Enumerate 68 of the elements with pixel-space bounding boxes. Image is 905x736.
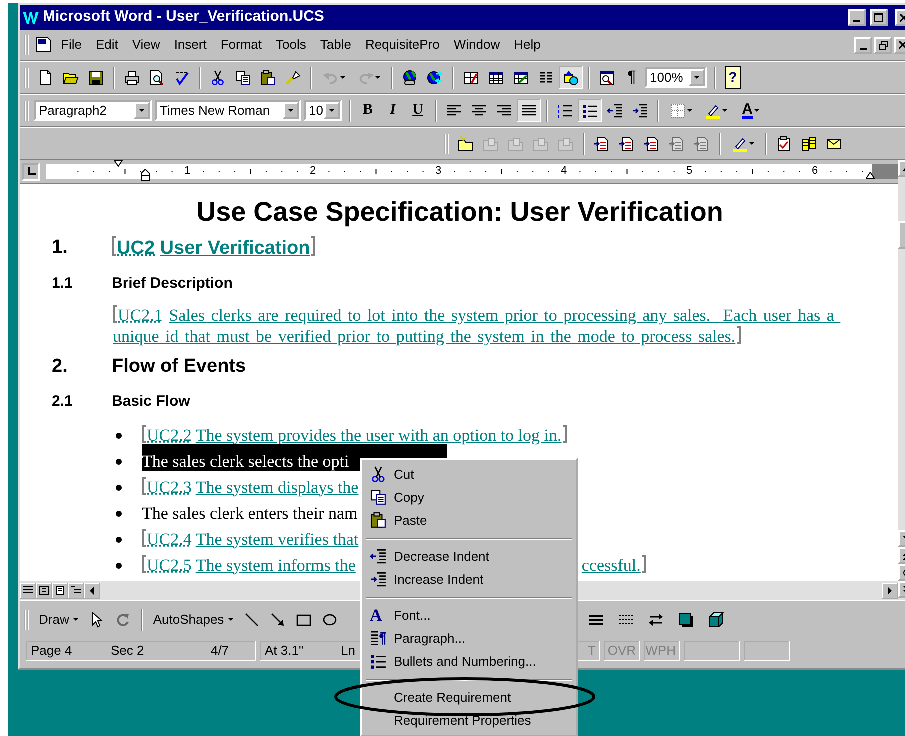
heading-number: 1.1	[52, 274, 74, 294]
list-text: The sales clerk selects the opti	[142, 452, 350, 472]
underline-button[interactable]: U	[406, 99, 430, 122]
list-text: The sales clerk enters their nam	[142, 504, 358, 523]
requirement-text: UC2.2 The system provides the user with an option to log in.	[142, 426, 567, 445]
heading-number: 2.	[52, 354, 69, 379]
section-heading: Basic Flow	[112, 392, 190, 412]
menu-item-label: Copy	[394, 488, 424, 507]
requirement-text: UC2.1 Sales clerks are required to lot into the system prior to processing any sales. Each user has a unique id that must be verified prior to putting the system in the mode to process sales.	[113, 304, 836, 347]
menu-item[interactable]: Increase Indent	[364, 568, 574, 591]
status-text: Ln	[341, 642, 356, 660]
menu-item[interactable]: Format	[214, 34, 268, 56]
ruler-number: 2	[310, 164, 316, 179]
italic-button[interactable]: I	[381, 99, 405, 122]
requirement-text: UC2.4 The system verifies that	[142, 530, 359, 549]
menu-item-label: Create Requirement	[394, 688, 512, 707]
ruler-number: 6	[812, 164, 818, 179]
requirement-heading: UC2 User Verification	[112, 238, 316, 259]
font-glyph: A	[370, 604, 382, 627]
menu-item[interactable]: Copy	[364, 486, 574, 509]
menu-item[interactable]: Paste	[364, 509, 574, 532]
heading-number: 1.	[52, 236, 69, 260]
menu-item-label: Paragraph...	[394, 630, 466, 648]
section-heading: Brief Description	[112, 274, 233, 294]
menu-button[interactable]: Draw	[35, 608, 84, 632]
menu-item[interactable]: Decrease Indent	[364, 545, 574, 568]
requirement-text: UC2.5 The system informs the	[142, 556, 356, 575]
bold-button[interactable]: B	[356, 99, 380, 122]
menu-item-label: Paste	[394, 512, 428, 530]
menu-item[interactable]: Edit	[90, 34, 124, 56]
font-color-button[interactable]: A	[734, 99, 768, 122]
ruler-number: 3	[435, 164, 442, 179]
menu-item[interactable]: A Font...	[364, 604, 574, 627]
show-hide-button[interactable]: ¶	[620, 66, 644, 89]
menu-item-label: Requirement Properties	[394, 712, 532, 730]
ruler-number: 1	[184, 164, 191, 179]
dropdown-field[interactable]: 10	[304, 100, 342, 121]
menu-item[interactable]: File	[55, 34, 88, 56]
window-title: Microsoft Word - User_Verification.UCS	[43, 7, 324, 28]
menu-item[interactable]: Cut	[364, 463, 574, 486]
dropdown-field[interactable]: Paragraph2	[34, 100, 152, 121]
menu-item[interactable]: Tools	[270, 34, 312, 56]
menu-button[interactable]: AutoShapes	[149, 608, 238, 632]
menu-item[interactable]: Insert	[168, 34, 213, 56]
menu-item-label: Cut	[394, 466, 414, 484]
dropdown-field[interactable]: Times New Roman	[155, 100, 301, 121]
menu-item[interactable]: Help	[508, 34, 547, 56]
heading-number: 2.1	[52, 392, 74, 412]
status-text: 4/7	[211, 642, 230, 660]
ruler-number: 4	[560, 164, 568, 179]
menu-item[interactable]: Table	[314, 34, 358, 56]
menu-item-label: Increase Indent	[394, 570, 484, 589]
requirement-text: ccessful.	[582, 552, 646, 579]
menu-item[interactable]: Window	[448, 34, 506, 56]
menu-item[interactable]: Requirement Properties	[364, 709, 574, 732]
document-title: Use Case Specification: User Verification	[196, 196, 724, 228]
menu-item[interactable]: RequisitePro	[359, 34, 446, 56]
menu-item[interactable]: View	[126, 34, 166, 56]
status-text: Sec 2	[111, 642, 146, 660]
status-text: Page 4	[31, 642, 74, 660]
menu-item-label: Bullets and Numbering...	[394, 652, 536, 671]
requirement-text: UC2.3 The system displays the	[142, 478, 359, 497]
menu-item-label: Decrease Indent	[394, 548, 490, 566]
status-text: At 3.1"	[265, 642, 305, 660]
zoom-field[interactable]: 100%	[645, 67, 707, 88]
section-heading: Flow of Events	[112, 354, 246, 379]
ruler-number: 5	[686, 164, 693, 179]
menu-item-label: Font...	[394, 606, 431, 625]
